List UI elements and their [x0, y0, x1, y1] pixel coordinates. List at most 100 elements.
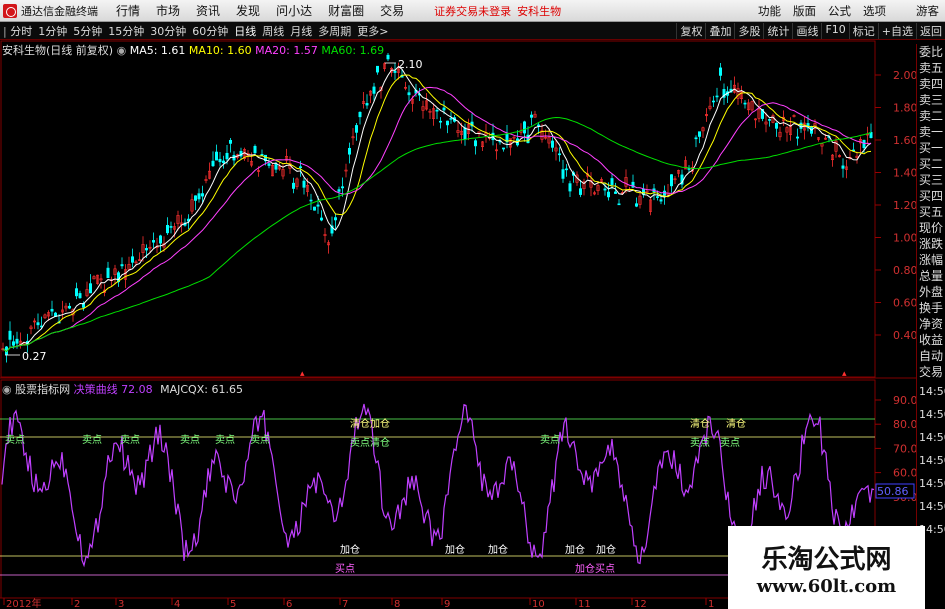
candle-body [603, 188, 607, 191]
price-tick-label: 0.60 [893, 297, 918, 310]
signal-label: 卖点 [82, 434, 102, 446]
main-chart-title: 安科生物(日线 前复权) [2, 44, 114, 57]
signal-label: 买点 [335, 563, 355, 575]
quote-side-panel: 委比 卖五 卖四 卖三 卖二 卖一 买一 买二 买三 买四 买五 现价 涨跌 涨幅 总量 外盘 换手 净资 收益 自动… [916, 44, 945, 609]
candle-body [606, 191, 610, 198]
candle-body [697, 131, 701, 137]
candle-body [375, 65, 379, 73]
side-time-2: 14:50 [919, 431, 945, 444]
side-label-14[interactable]: 总量 [917, 268, 945, 284]
candle-body [12, 341, 16, 346]
side-label-4[interactable]: 卖二 [917, 108, 945, 124]
side-label-6[interactable]: 买一 [917, 140, 945, 156]
candle-body [610, 178, 614, 185]
signal-label: 加仓 [565, 543, 585, 556]
settings-circle-icon[interactable]: ◉ [2, 383, 12, 396]
candle-body [463, 127, 467, 140]
site-watermark: 乐淘公式网 www.60lt.com [728, 526, 925, 609]
main-chart-info: 安科生物(日线 前复权) ◉ MA5: 1.61 MA10: 1.60 MA20… [2, 42, 384, 58]
candle-body [347, 147, 351, 155]
candle-body [568, 183, 572, 192]
signal-label: 加仓 [445, 543, 465, 556]
side-label-3[interactable]: 卖三 [917, 92, 945, 108]
signal-label: 加仓 [488, 543, 508, 556]
side-label-5[interactable]: 卖一 [917, 124, 945, 140]
ma20-label: MA20: 1.57 [255, 44, 318, 57]
ma10-label: MA10: 1.60 [188, 44, 252, 57]
signal-label: 卖点 [180, 434, 200, 446]
candle-body [435, 109, 439, 112]
candle-body [578, 188, 582, 195]
x-tick-label: 2 [74, 599, 80, 609]
ma60-label: MA60: 1.69 [321, 44, 385, 57]
candle-body [550, 140, 554, 148]
side-label-17[interactable]: 净资 [917, 316, 945, 332]
candle-body [260, 154, 264, 156]
candle-body [529, 114, 533, 118]
candle-body [302, 180, 306, 188]
indicator-val2: 61.65 [211, 383, 243, 396]
price-tick-label: 1.60 [893, 134, 918, 147]
watermark-line1: 乐淘公式网 [761, 544, 892, 575]
side-label-9[interactable]: 买四 [917, 188, 945, 204]
signal-label: 清仓加仓 [350, 417, 390, 430]
candle-body [316, 204, 320, 207]
ma20-line [2, 86, 872, 353]
settings-circle-icon[interactable]: ◉ [117, 44, 127, 57]
ma5-label: MA5: 1.61 [129, 44, 186, 57]
candle-body [75, 288, 79, 297]
side-label-7[interactable]: 买二 [917, 156, 945, 172]
candle-body [312, 206, 316, 211]
candle-body [718, 67, 722, 76]
side-label-0[interactable]: 委比 [917, 44, 945, 60]
signal-label: 卖点 [5, 434, 25, 446]
candle-body [659, 199, 663, 202]
kline-chart[interactable]: 2.00 1.80 1.60 1.40 1.20 1.00 0.80 0.60 0.40 2.10… [0, 0, 945, 609]
candle-body [253, 145, 257, 154]
candle-body [407, 92, 411, 96]
candle-body [120, 264, 124, 267]
candle-body [36, 322, 40, 326]
candle-body [197, 193, 201, 200]
candle-body [229, 139, 233, 144]
side-label-20[interactable]: 交易 [917, 364, 945, 380]
candle-body [501, 147, 505, 150]
side-label-13[interactable]: 涨幅 [917, 252, 945, 268]
high-price-label: 2.10 [398, 58, 423, 71]
x-tick-label: 7 [342, 599, 348, 609]
candle-body [274, 164, 278, 170]
candle-body [267, 163, 271, 166]
side-label-1[interactable]: 卖五 [917, 60, 945, 76]
candle-body [774, 122, 778, 129]
side-label-15[interactable]: 外盘 [917, 284, 945, 300]
side-label-2[interactable]: 卖四 [917, 76, 945, 92]
candle-body [694, 137, 698, 140]
signal-label: 卖点 [540, 434, 560, 446]
side-label-8[interactable]: 买三 [917, 172, 945, 188]
side-label-19[interactable]: 自动 [917, 348, 945, 364]
x-tick-label: 11 [578, 599, 591, 609]
side-time-3: 14:50 [919, 454, 945, 467]
indicator-name2: MAJCQX [160, 383, 205, 396]
candle-body [393, 70, 397, 73]
side-label-12[interactable]: 涨跌 [917, 236, 945, 252]
side-label-16[interactable]: 换手 [917, 300, 945, 316]
candle-body [194, 195, 198, 201]
candle-body [711, 100, 715, 103]
candle-body [799, 122, 803, 129]
candle-body [309, 199, 313, 202]
side-time-0: 14:50 [919, 385, 945, 398]
side-label-11[interactable]: 现价 [917, 220, 945, 236]
candle-body [15, 338, 19, 344]
x-tick-label: 2012年 [6, 597, 41, 609]
watermark-line2: www.60lt.com [756, 575, 897, 597]
main-marker-a: ▴ [300, 369, 305, 379]
low-price-label: 0.27 [22, 350, 47, 363]
candle-body [225, 152, 229, 160]
side-label-10[interactable]: 买五 [917, 204, 945, 220]
current-value-label: 50.86 [877, 485, 909, 498]
side-label-18[interactable]: 收益 [917, 332, 945, 348]
signal-label: 卖点 [690, 437, 710, 449]
candle-body [8, 330, 12, 340]
candle-body [298, 166, 302, 168]
